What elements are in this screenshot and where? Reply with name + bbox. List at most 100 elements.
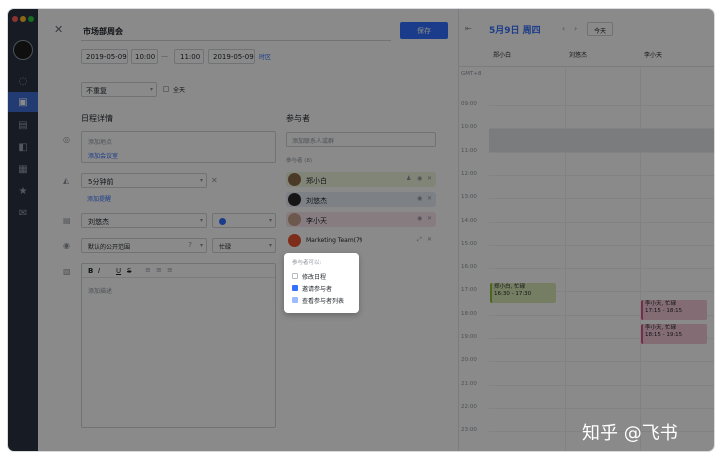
avatar <box>288 193 301 206</box>
participant-name: 李小天 <box>306 217 327 225</box>
end-date-field[interactable]: 2019-05-09 <box>208 49 255 64</box>
add-room-link[interactable]: 添加会议室 <box>88 151 118 160</box>
today-button[interactable]: 今天 <box>587 22 613 36</box>
header-divider <box>459 66 714 67</box>
hour-gridline <box>489 221 714 223</box>
description-editor[interactable]: B I U S ≡ ≡ ≡ 添加描述 <box>81 263 276 428</box>
hour-gridline <box>489 384 714 386</box>
busy-event[interactable]: 李小天, 忙碌 17:15 - 18:15 <box>641 300 707 320</box>
participant-row[interactable]: 郑小白 ♟ ◉ ✕ <box>286 172 436 187</box>
start-date-field[interactable]: 2019-05-09 <box>81 49 128 64</box>
view-participants-checkbox[interactable] <box>292 297 298 303</box>
repeat-select[interactable]: 不重复 ▾ <box>81 82 157 97</box>
hour-label: 14:00 <box>461 217 477 224</box>
busy-event[interactable]: 郑小白, 忙碌 16:30 - 17:30 <box>490 283 556 303</box>
hour-gridline <box>489 105 714 106</box>
hour-label: 17:00 <box>461 287 477 294</box>
participant-row[interactable]: Marketing Team(7) ▾ ⤢ ✕ <box>286 233 436 248</box>
current-event-highlight[interactable] <box>489 129 714 152</box>
busy-event[interactable]: 李小天, 忙碌 18:15 - 19:15 <box>641 324 707 344</box>
user-avatar[interactable] <box>13 40 33 60</box>
hour-label: 13:00 <box>461 194 477 201</box>
location-icon: ◎ <box>63 135 70 144</box>
modify-event-checkbox[interactable] <box>292 273 298 279</box>
ordered-list-icon[interactable]: ≡ <box>145 267 151 274</box>
hour-gridline <box>489 407 714 409</box>
eye-icon[interactable]: ◉ <box>417 176 422 182</box>
chevron-down-icon: ▾ <box>199 242 203 249</box>
participants-heading: 参与者 <box>286 114 310 123</box>
save-button[interactable]: 保存 <box>400 22 448 39</box>
participant-name: 郑小白 <box>306 177 327 185</box>
hour-label: 15:00 <box>461 240 477 247</box>
avatar <box>288 173 301 186</box>
hour-label: 22:00 <box>461 403 477 410</box>
window-close-dot[interactable] <box>12 16 18 22</box>
location-field[interactable]: 添加地点 添加会议室 <box>81 131 276 163</box>
allday-checkbox[interactable] <box>163 86 169 92</box>
color-select[interactable]: ▾ <box>212 213 276 228</box>
person-column-header: 郑小白 <box>493 52 512 59</box>
remove-icon[interactable]: ✕ <box>427 237 432 243</box>
busy-select[interactable]: 忙碌 ▾ <box>212 238 276 253</box>
prev-day-icon[interactable]: ‹ <box>562 25 565 33</box>
close-icon[interactable]: ✕ <box>54 24 63 35</box>
favorites-nav-icon[interactable]: ★ <box>8 181 38 201</box>
italic-button[interactable]: I <box>98 267 100 275</box>
underline-button[interactable]: U <box>116 267 121 275</box>
remove-reminder-icon[interactable]: ✕ <box>211 177 218 185</box>
eye-icon[interactable]: ◉ <box>417 196 422 202</box>
team-avatar <box>288 234 301 247</box>
chevron-down-icon[interactable]: ▾ <box>359 237 362 243</box>
remove-icon[interactable]: ✕ <box>427 196 432 202</box>
event-title-input[interactable]: 市场部周会 <box>81 22 391 41</box>
docs-nav-icon[interactable]: ▤ <box>8 115 38 135</box>
participant-row[interactable]: 李小天 ◉ ✕ <box>286 212 436 227</box>
bold-button[interactable]: B <box>88 267 93 275</box>
visibility-select[interactable]: 默认的公开范围 ? ▾ <box>81 238 207 253</box>
chevron-down-icon: ▾ <box>199 217 203 224</box>
reminder-select[interactable]: 5分钟前 ▾ <box>81 173 207 188</box>
time-separator: — <box>161 52 168 60</box>
person-column-header: 李小天 <box>644 52 663 59</box>
mail-nav-icon[interactable]: ✉ <box>8 203 38 223</box>
remove-icon[interactable]: ✕ <box>427 176 432 182</box>
app-sidebar: ◌ ▣ ▤ ◧ ▦ ★ ✉ <box>8 9 38 451</box>
hour-label: 10:00 <box>461 124 477 131</box>
color-swatch <box>219 218 226 225</box>
participant-search-input[interactable]: 添加联系人或群 <box>286 132 436 147</box>
event-title: 郑小白, 忙碌 <box>494 284 525 290</box>
window-minimize-dot[interactable] <box>20 16 26 22</box>
expand-icon[interactable]: ⤢ <box>417 237 422 243</box>
strike-button[interactable]: S <box>127 267 131 275</box>
timezone-link[interactable]: 时区 <box>259 52 271 61</box>
column-divider <box>565 67 566 451</box>
participant-count: 参与者 (8) <box>286 158 313 164</box>
drive-nav-icon[interactable]: ◧ <box>8 137 38 157</box>
collapse-arrow-icon[interactable]: ⇤ <box>465 25 472 33</box>
eye-icon[interactable]: ◉ <box>417 216 422 222</box>
add-reminder-link[interactable]: 添加提醒 <box>87 194 111 203</box>
end-time-field[interactable]: 11:00 <box>174 49 204 64</box>
window-zoom-dot[interactable] <box>28 16 34 22</box>
invite-participants-checkbox[interactable] <box>292 285 298 291</box>
messages-nav-icon[interactable]: ◌ <box>8 71 38 91</box>
end-date-value: 2019-05-09 <box>213 53 254 61</box>
remove-icon[interactable]: ✕ <box>427 216 432 222</box>
participant-row[interactable]: 刘悠杰 ◉ ✕ <box>286 192 436 207</box>
next-day-icon[interactable]: › <box>574 25 577 33</box>
day-calendar: ⇤ 5月9日 周四 ‹ › 今天 郑小白 刘悠杰 李小天 GMT+8 09:00… <box>458 9 714 451</box>
indent-icon[interactable]: ≡ <box>167 267 173 274</box>
apps-nav-icon[interactable]: ▦ <box>8 159 38 179</box>
help-icon[interactable]: ? <box>188 242 192 249</box>
hour-label: 20:00 <box>461 357 477 364</box>
hour-gridline <box>489 174 714 176</box>
participant-name: 刘悠杰 <box>306 197 327 205</box>
calendar-owner-select[interactable]: 刘悠杰 ▾ <box>81 213 207 228</box>
event-time: 18:15 - 19:15 <box>645 332 683 338</box>
bullet-list-icon[interactable]: ≡ <box>156 267 162 274</box>
hour-label: 23:00 <box>461 427 477 434</box>
repeat-value: 不重复 <box>86 87 107 95</box>
start-time-field[interactable]: 10:00 <box>131 49 158 64</box>
calendar-nav-icon[interactable]: ▣ <box>8 92 38 112</box>
